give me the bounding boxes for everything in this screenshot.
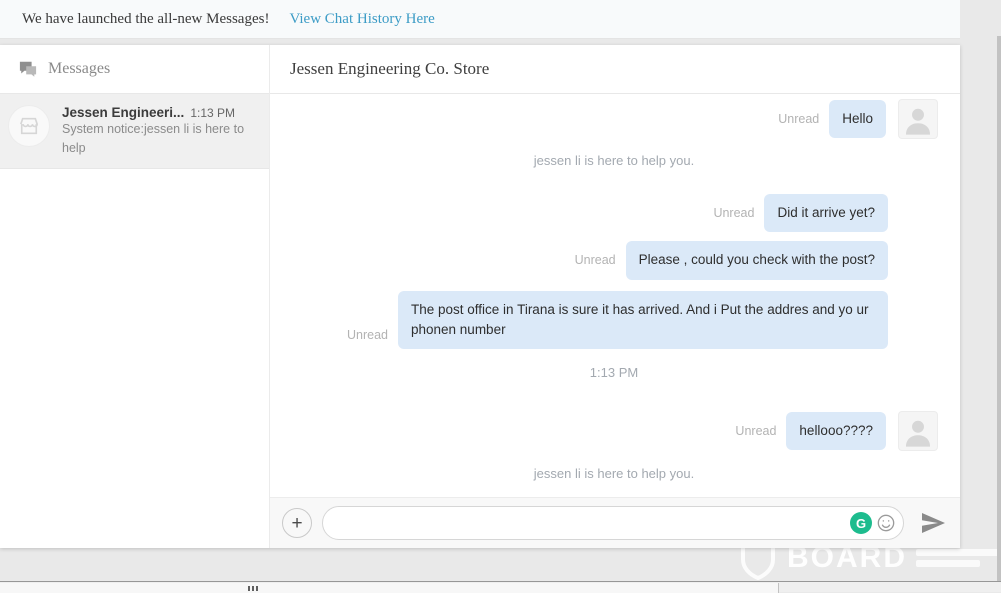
message-row: Unread hellooo???? <box>290 411 938 451</box>
sidebar-header: Messages <box>0 45 269 94</box>
conversation-list-item[interactable]: Jessen Engineeri... 1:13 PM System notic… <box>0 94 269 169</box>
sidebar-title: Messages <box>48 60 110 78</box>
conversation-time: 1:13 PM <box>190 106 235 120</box>
person-icon <box>901 414 935 448</box>
composer-bar: + G <box>270 497 960 548</box>
store-avatar <box>8 105 50 147</box>
send-button[interactable] <box>920 512 946 534</box>
scrollbar-grip-icon <box>248 586 258 591</box>
user-avatar <box>898 411 938 451</box>
messages-icon <box>18 60 38 78</box>
message-input-wrap[interactable]: G <box>322 506 904 540</box>
conversation-preview: System notice:jessen li is here to help <box>62 122 244 155</box>
message-bubble: Please , could you check with the post? <box>626 241 888 279</box>
system-message: jessen li is here to help you. <box>290 153 938 168</box>
message-bubble: Hello <box>829 100 886 138</box>
view-chat-history-link[interactable]: View Chat History Here <box>289 11 434 28</box>
conversation-name: Jessen Engineeri... <box>62 105 184 120</box>
message-row: Unread The post office in Tirana is sure… <box>290 291 938 350</box>
emoji-icon[interactable] <box>876 513 896 533</box>
chat-title: Jessen Engineering Co. Store <box>290 59 489 79</box>
announcement-banner: We have launched the all-new Messages! V… <box>0 0 960 39</box>
message-row: Unread Hello <box>290 99 938 139</box>
unread-label: Unread <box>735 424 776 438</box>
unread-label: Unread <box>347 328 388 342</box>
unread-label: Unread <box>713 206 754 220</box>
unread-label: Unread <box>575 253 616 267</box>
chat-message-list[interactable]: Unread Hello jessen li is here to help y… <box>270 94 960 497</box>
grammarly-icon[interactable]: G <box>850 512 872 534</box>
sidebar: Messages Jessen Engineeri... 1:13 PM Sys… <box>0 45 270 548</box>
unread-label: Unread <box>778 112 819 126</box>
message-bubble: The post office in Tirana is sure it has… <box>398 291 888 350</box>
conversation-info: Jessen Engineeri... 1:13 PM System notic… <box>62 105 259 157</box>
message-bubble: hellooo???? <box>786 412 886 450</box>
message-bubble: Did it arrive yet? <box>764 194 888 232</box>
send-icon <box>920 512 946 534</box>
message-row: Unread Please , could you check with the… <box>290 241 938 279</box>
timestamp: 1:13 PM <box>290 365 938 380</box>
chat-header: Jessen Engineering Co. Store <box>270 45 960 94</box>
chat-panel: Jessen Engineering Co. Store Unread Hell… <box>270 45 960 548</box>
horizontal-scrollbar[interactable] <box>0 581 1001 592</box>
system-message: jessen li is here to help you. <box>290 466 938 481</box>
user-avatar <box>898 99 938 139</box>
messages-window: Messages Jessen Engineeri... 1:13 PM Sys… <box>0 45 960 548</box>
watermark-smalltext <box>916 549 1001 567</box>
message-input[interactable] <box>337 515 850 532</box>
vertical-scrollbar[interactable] <box>997 36 1001 592</box>
add-attachment-button[interactable]: + <box>282 508 312 538</box>
message-row: Unread Did it arrive yet? <box>290 194 938 232</box>
storefront-icon <box>18 116 40 136</box>
banner-text: We have launched the all-new Messages! <box>22 11 269 28</box>
person-icon <box>901 102 935 136</box>
